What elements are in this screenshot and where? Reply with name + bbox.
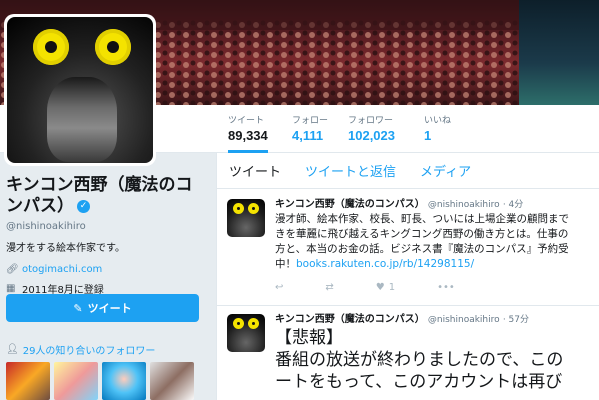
tweet-line: 【悲報】 <box>275 328 343 348</box>
reply-button[interactable]: ↩︎ <box>275 282 283 293</box>
tweet-timestamp[interactable]: · 4分 <box>503 200 523 210</box>
followers-you-know-label: 29人の知り合いのフォロワー <box>22 346 156 357</box>
avatar-right-eye <box>95 29 131 65</box>
follower-thumbnails <box>6 362 194 400</box>
timeline: ツイート ツイートと返信 メディア キンコン西野（魔法のコンパス） @nishi… <box>216 153 599 400</box>
tweet-avatar[interactable] <box>227 314 265 352</box>
stat-likes-value: 1 <box>424 128 432 143</box>
calendar-icon: ▦ <box>6 283 16 294</box>
tweet-line: きを華麗に飛び越えるキングコング西野の働き方とは。仕事の <box>275 228 569 240</box>
stat-followers-label: フォロワー <box>348 116 394 126</box>
stat-following-label: フォロー <box>292 116 329 126</box>
followers-you-know[interactable]: 👤︎ 29人の知り合いのフォロワー <box>6 342 155 357</box>
stat-likes[interactable]: いいね 1 <box>424 113 451 143</box>
tweet-line: 中！books.rakuten.co.jp/rb/14298115/ <box>275 257 599 272</box>
avatar-left-eye <box>233 318 244 329</box>
profile-name-text: キンコン西野（魔法のコンパス） <box>6 175 193 216</box>
follower-thumb[interactable] <box>6 362 50 400</box>
avatar-face <box>47 77 117 162</box>
tweet-author-handle[interactable]: @nishinoakihiro <box>428 200 500 210</box>
tweet-header: キンコン西野（魔法のコンパス） @nishinoakihiro · 4分 <box>275 195 599 210</box>
tweet-text: 【悲報】 番組の放送が終わりましたので、この ートをもって、このアカウントは再び <box>275 327 599 393</box>
tweet-author-name[interactable]: キンコン西野（魔法のコンパス） <box>275 199 425 210</box>
avatar-left-eye <box>233 203 244 214</box>
timeline-tabs: ツイート ツイートと返信 メディア <box>217 153 599 189</box>
follower-thumb[interactable] <box>102 362 146 400</box>
tweet-line: 番組の放送が終わりましたので、この <box>275 350 564 370</box>
tweet-divider <box>217 305 599 306</box>
tab-media[interactable]: メディア <box>420 161 471 180</box>
stat-tweets-label: ツイート <box>228 116 265 126</box>
avatar-left-eye <box>33 29 69 65</box>
avatar-right-eye <box>248 203 259 214</box>
profile-name[interactable]: キンコン西野（魔法のコンパス） ✓ <box>6 175 206 217</box>
stat-tweets-value: 89,334 <box>228 128 268 143</box>
retweet-icon: ⇄ <box>325 282 334 293</box>
compose-tweet-button[interactable]: ✎ ツイート <box>6 294 199 322</box>
compose-icon: ✎ <box>73 301 83 315</box>
tab-tweets[interactable]: ツイート <box>229 161 281 180</box>
tweet-line: ートをもって、このアカウントは再び <box>275 372 563 392</box>
profile-info: キンコン西野（魔法のコンパス） ✓ @nishinoakihiro 漫才をする絵本… <box>6 175 206 296</box>
tweet-item[interactable]: キンコン西野（魔法のコンパス） @nishinoakihiro · 4分 漫才師… <box>217 195 599 293</box>
verified-badge-icon: ✓ <box>77 199 90 213</box>
retweet-button[interactable]: ⇄ <box>325 282 333 293</box>
tweet-avatar[interactable] <box>227 199 265 237</box>
tweet-line-prefix: 中！ <box>275 258 296 270</box>
compose-tweet-label: ツイート <box>87 302 132 315</box>
stat-likes-label: いいね <box>424 116 452 126</box>
profile-bio: 漫才をする絵本作家です。 <box>6 243 125 254</box>
profile-handle[interactable]: @nishinoakihiro <box>6 221 206 232</box>
stat-followers[interactable]: フォロワー 102,023 <box>348 113 395 143</box>
avatar-image <box>7 17 153 163</box>
link-icon: 🔗︎ <box>6 264 19 275</box>
profile-website: 🔗︎ otogimachi.com <box>6 264 206 275</box>
more-icon: ••• <box>437 282 455 293</box>
profile-avatar[interactable] <box>4 14 156 166</box>
people-icon: 👤︎ <box>6 344 19 355</box>
tweet-line: 方と、本当のお金の話。ビジネス書『魔法のコンパス』予約受 <box>275 243 569 255</box>
stat-followers-value: 102,023 <box>348 128 395 143</box>
tweet-line: 漫才師、絵本作家、校長、町長、ついには上場企業の顧問まで <box>275 213 569 225</box>
heart-icon: ♥︎ <box>375 282 385 293</box>
avatar-right-eye <box>248 318 259 329</box>
tweet-actions: ↩︎ ⇄ ♥︎ 1 ••• <box>275 282 599 293</box>
tweet-author-handle[interactable]: @nishinoakihiro <box>428 315 500 325</box>
tweet-item[interactable]: キンコン西野（魔法のコンパス） @nishinoakihiro · 57分 【悲… <box>217 310 599 393</box>
tweet-header: キンコン西野（魔法のコンパス） @nishinoakihiro · 57分 <box>275 310 599 325</box>
stat-tweets[interactable]: ツイート 89,334 <box>228 113 268 153</box>
like-button[interactable]: ♥︎ 1 <box>376 282 395 293</box>
tab-tweets-and-replies[interactable]: ツイートと返信 <box>305 161 396 180</box>
reply-icon: ↩︎ <box>275 282 284 293</box>
follower-thumb[interactable] <box>150 362 194 400</box>
banner-stage <box>519 0 599 105</box>
tweet-author-name[interactable]: キンコン西野（魔法のコンパス） <box>275 314 425 325</box>
stat-following[interactable]: フォロー 4,111 <box>292 113 328 143</box>
stat-following-value: 4,111 <box>292 128 324 143</box>
website-link[interactable]: otogimachi.com <box>22 264 102 275</box>
like-count: 1 <box>388 282 396 293</box>
more-button[interactable]: ••• <box>437 282 455 293</box>
follower-thumb[interactable] <box>54 362 98 400</box>
tweet-timestamp[interactable]: · 57分 <box>503 315 529 325</box>
tweet-text: 漫才師、絵本作家、校長、町長、ついには上場企業の顧問まで きを華麗に飛び越えるキ… <box>275 212 599 272</box>
tweet-link[interactable]: books.rakuten.co.jp/rb/14298115/ <box>296 258 474 270</box>
